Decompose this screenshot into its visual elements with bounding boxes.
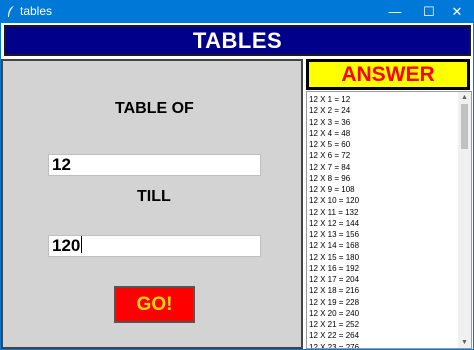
scrollbar-thumb[interactable] xyxy=(461,104,468,149)
list-item[interactable]: 12 X 8 = 96 xyxy=(309,173,457,184)
list-item[interactable]: 12 X 12 = 144 xyxy=(309,218,457,229)
list-item[interactable]: 12 X 10 = 120 xyxy=(309,195,457,206)
input-panel: TABLE OF 12 TILL 120 GO! xyxy=(1,59,303,349)
minimize-button[interactable]: — xyxy=(378,0,412,23)
window-title: tables xyxy=(20,4,53,18)
list-item[interactable]: 12 X 7 = 84 xyxy=(309,162,457,173)
list-item[interactable]: 12 X 5 = 60 xyxy=(309,139,457,150)
list-item[interactable]: 12 X 16 = 192 xyxy=(309,263,457,274)
list-item[interactable]: 12 X 2 = 24 xyxy=(309,105,457,116)
list-item[interactable]: 12 X 18 = 216 xyxy=(309,285,457,296)
list-item[interactable]: 12 X 6 = 72 xyxy=(309,150,457,161)
vertical-scrollbar[interactable]: ▲ ▼ xyxy=(458,92,471,348)
window-client-area: TABLES TABLE OF 12 TILL 120 GO! ANSWER 1… xyxy=(1,23,473,349)
list-item[interactable]: 12 X 4 = 48 xyxy=(309,128,457,139)
number-input[interactable]: 12 xyxy=(48,154,261,176)
till-input[interactable]: 120 xyxy=(48,235,261,257)
header-banner: TABLES xyxy=(4,25,471,56)
list-item[interactable]: 12 X 15 = 180 xyxy=(309,252,457,263)
feather-icon xyxy=(8,6,14,17)
list-item[interactable]: 12 X 19 = 228 xyxy=(309,297,457,308)
list-item[interactable]: 12 X 9 = 108 xyxy=(309,184,457,195)
list-item[interactable]: 12 X 14 = 168 xyxy=(309,240,457,251)
text-caret xyxy=(81,236,83,253)
list-item[interactable]: 12 X 11 = 132 xyxy=(309,207,457,218)
list-item[interactable]: 12 X 21 = 252 xyxy=(309,319,457,330)
answer-panel: ANSWER 12 X 1 = 12 12 X 2 = 24 12 X 3 = 36… xyxy=(304,59,473,349)
answer-list: 12 X 1 = 12 12 X 2 = 24 12 X 3 = 36 12 X 4 … xyxy=(309,94,457,349)
list-item[interactable]: 12 X 13 = 156 xyxy=(309,229,457,240)
till-input-value: 120 xyxy=(52,236,81,255)
list-item[interactable]: 12 X 20 = 240 xyxy=(309,308,457,319)
close-button[interactable]: ✕ xyxy=(440,0,474,23)
list-item[interactable]: 12 X 3 = 36 xyxy=(309,117,457,128)
list-item[interactable]: 12 X 1 = 12 xyxy=(309,94,457,105)
answer-heading: ANSWER xyxy=(306,59,470,90)
list-item[interactable]: 12 X 23 = 276 xyxy=(309,342,457,349)
scroll-up-arrow-icon[interactable]: ▲ xyxy=(458,92,471,103)
answer-listbox[interactable]: 12 X 1 = 12 12 X 2 = 24 12 X 3 = 36 12 X 4 … xyxy=(306,91,472,349)
list-item[interactable]: 12 X 17 = 204 xyxy=(309,274,457,285)
table-of-label: TABLE OF xyxy=(115,100,194,117)
till-label: TILL xyxy=(137,188,171,205)
title-bar: tables — ☐ ✕ xyxy=(0,0,474,23)
number-input-value: 12 xyxy=(52,155,71,174)
go-button[interactable]: GO! xyxy=(114,286,195,323)
scroll-down-arrow-icon[interactable]: ▼ xyxy=(458,337,471,348)
page-title: TABLES xyxy=(192,28,283,53)
list-item[interactable]: 12 X 22 = 264 xyxy=(309,330,457,341)
